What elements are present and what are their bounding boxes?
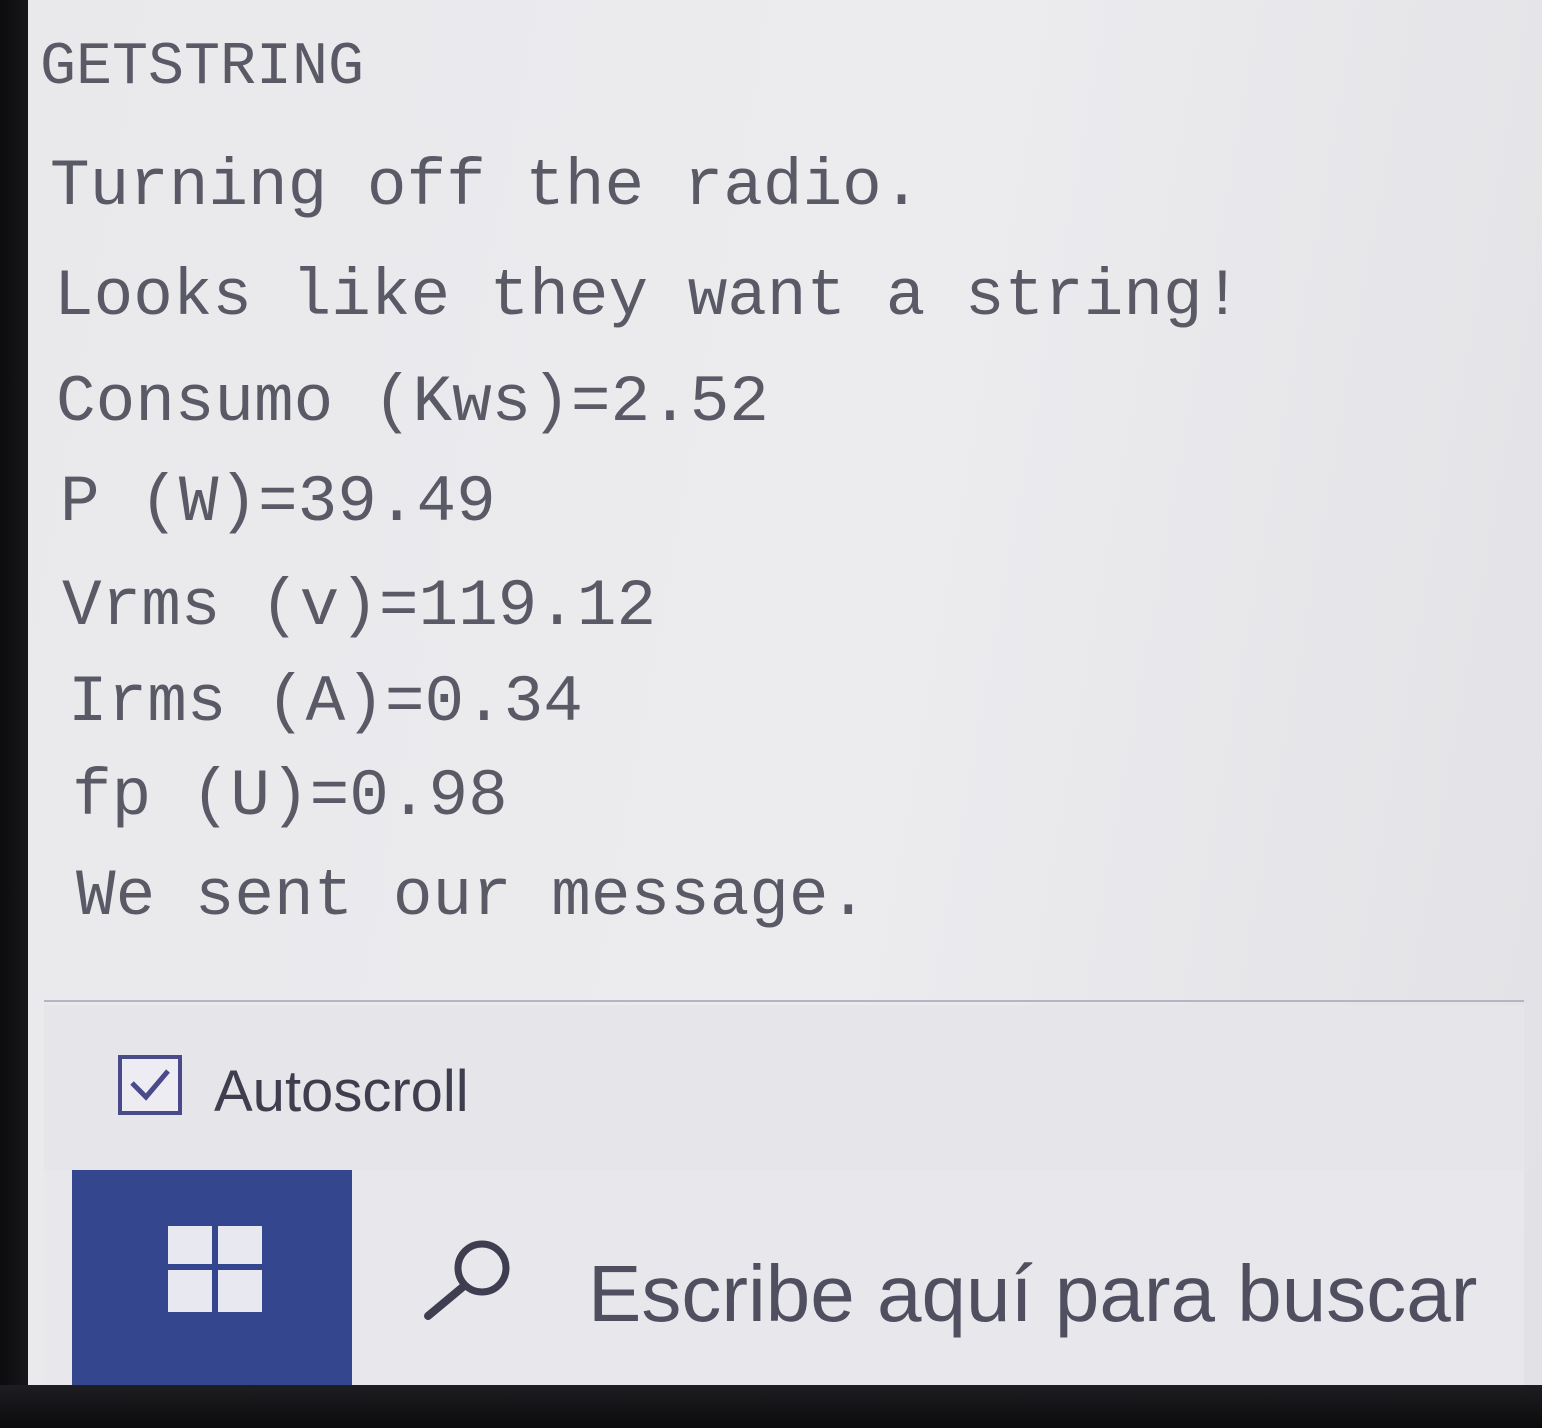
serial-line: Consumo (Kws)=2.52 <box>56 365 769 440</box>
serial-line: GETSTRING <box>40 34 365 102</box>
checkmark-icon <box>130 1069 170 1101</box>
windows-logo-icon[interactable] <box>168 1226 262 1312</box>
autoscroll-checkbox[interactable] <box>118 1055 182 1115</box>
serial-line: fp (U)=0.98 <box>72 759 508 834</box>
serial-line: We sent our message. <box>76 859 869 934</box>
autoscroll-label[interactable]: Autoscroll <box>214 1058 469 1125</box>
serial-line: Turning off the radio. <box>50 149 922 224</box>
taskbar-search-input[interactable]: Escribe aquí para buscar <box>588 1248 1477 1340</box>
panel-divider <box>44 1000 1524 1002</box>
serial-line: P (W)=39.49 <box>60 465 496 540</box>
search-icon[interactable] <box>420 1234 520 1324</box>
monitor-bezel-bottom <box>0 1385 1542 1428</box>
serial-line: Vrms (v)=119.12 <box>62 569 657 644</box>
serial-line: Looks like they want a string! <box>54 259 1243 334</box>
serial-output-panel: GETSTRING Turning off the radio. Looks l… <box>20 18 1500 978</box>
serial-line: Irms (A)=0.34 <box>68 665 583 740</box>
